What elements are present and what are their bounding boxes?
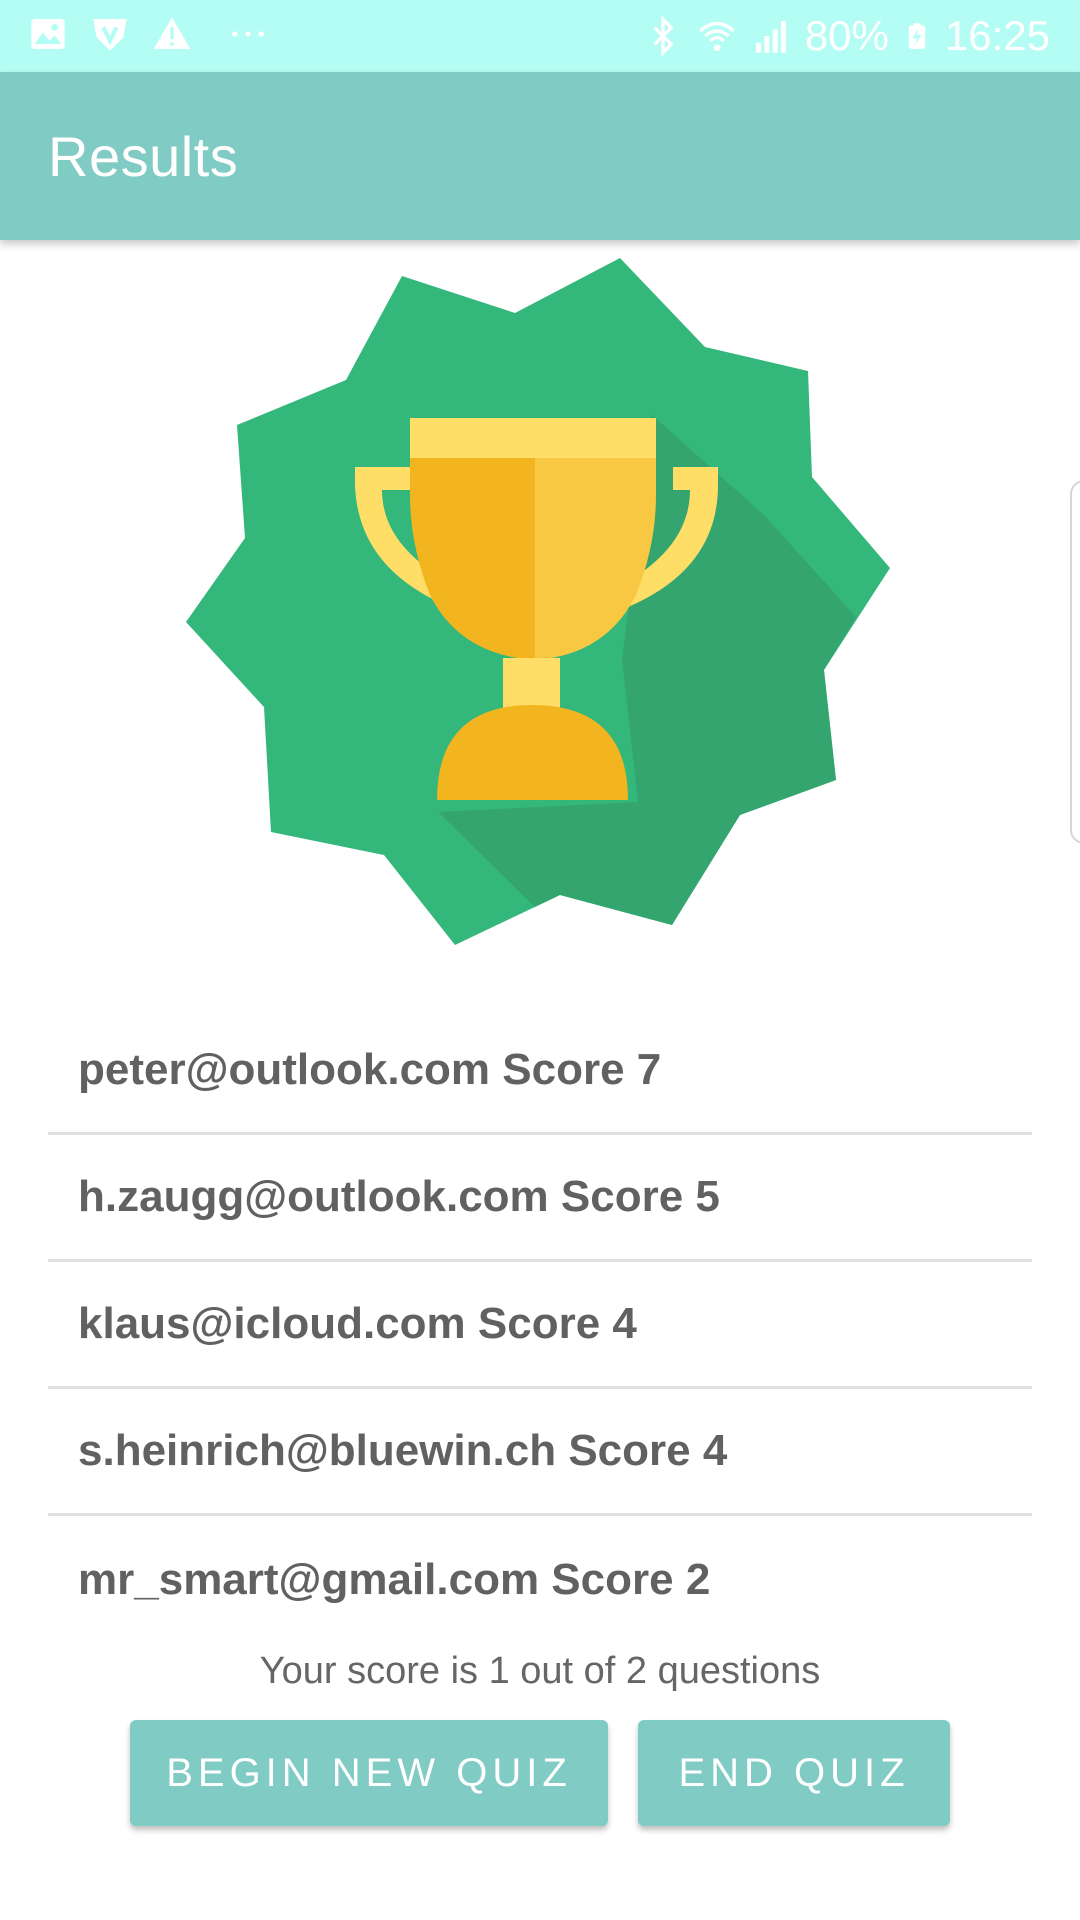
list-item[interactable]: s.heinrich@bluewin.ch Score 4 xyxy=(48,1389,1032,1516)
warning-icon xyxy=(153,17,191,49)
more-icon xyxy=(232,31,264,37)
status-bar: 80% 16:25 xyxy=(0,0,1080,72)
wifi-icon xyxy=(699,21,735,51)
page-title: Results xyxy=(48,125,239,188)
score-entry: h.zaugg@outlook.com Score 5 xyxy=(78,1172,720,1221)
signal-icon xyxy=(755,21,786,53)
score-entry: klaus@icloud.com Score 4 xyxy=(78,1299,637,1348)
status-right: 80% 16:25 xyxy=(643,10,1050,62)
edge-panel-handle[interactable] xyxy=(1070,480,1080,844)
clock: 16:25 xyxy=(944,12,1050,59)
battery-percentage: 80% xyxy=(804,12,889,59)
app-bar: Results xyxy=(0,72,1080,240)
shield-icon xyxy=(93,19,127,51)
list-item[interactable]: mr_smart@gmail.com Score 2 xyxy=(48,1516,1032,1643)
battery-charging-icon xyxy=(908,23,926,49)
score-entry: s.heinrich@bluewin.ch Score 4 xyxy=(78,1426,728,1475)
trophy-badge-icon xyxy=(186,258,890,945)
image-icon xyxy=(31,19,65,49)
results-screen: 80% 16:25 Results peter@outlook.com Scor… xyxy=(0,0,1080,1920)
bluetooth-icon xyxy=(653,16,674,56)
begin-new-quiz-button[interactable]: BEGIN NEW QUIZ xyxy=(130,1720,608,1826)
score-list: peter@outlook.com Score 7 h.zaugg@outloo… xyxy=(48,1008,1032,1643)
list-item[interactable]: peter@outlook.com Score 7 xyxy=(48,1008,1032,1135)
list-item[interactable]: klaus@icloud.com Score 4 xyxy=(48,1262,1032,1389)
end-quiz-button[interactable]: END QUIZ xyxy=(638,1720,950,1826)
trophy-rim xyxy=(410,418,656,458)
score-entry: peter@outlook.com Score 7 xyxy=(78,1045,662,1094)
status-left-icons xyxy=(28,14,268,54)
score-entry: mr_smart@gmail.com Score 2 xyxy=(78,1554,711,1604)
score-summary: Your score is 1 out of 2 questions xyxy=(259,1650,821,1692)
list-item[interactable]: h.zaugg@outlook.com Score 5 xyxy=(48,1135,1032,1262)
